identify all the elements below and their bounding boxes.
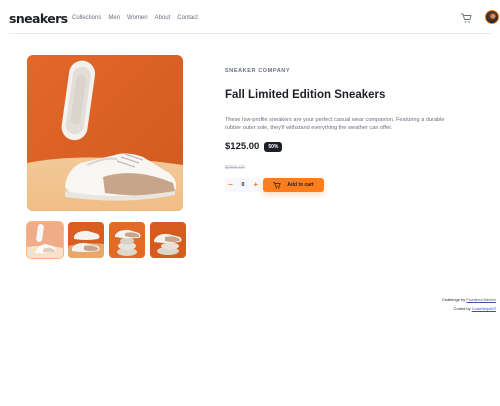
cart-icon [273, 181, 281, 189]
site-header: sneakers Collections Men Women About Con… [9, 6, 499, 34]
logo[interactable]: sneakers [9, 11, 68, 26]
attribution-line-2: Coded by CodeNinjaDS [442, 304, 496, 313]
nav-contact[interactable]: Contact [177, 15, 198, 21]
thumbnail-2[interactable] [68, 222, 104, 258]
nav-women[interactable]: Women [127, 15, 148, 21]
thumbnail-strip [26, 221, 186, 259]
product-main-image[interactable] [27, 55, 183, 211]
nav-about[interactable]: About [155, 15, 171, 21]
add-to-cart-button[interactable]: Add to cart [263, 178, 324, 192]
nav-collections[interactable]: Collections [72, 15, 101, 21]
cart-icon[interactable] [461, 13, 472, 24]
company-name: SNEAKER COMPANY [225, 68, 291, 74]
attribution: Challenge by Frontend Mentor Coded by Co… [442, 295, 496, 313]
product-description: These low-profile sneakers are your perf… [225, 117, 445, 131]
thumbnail-1[interactable] [26, 221, 64, 259]
user-avatar[interactable] [485, 10, 499, 24]
thumbnail-4[interactable] [150, 222, 186, 258]
thumbnail-3[interactable] [109, 222, 145, 258]
attribution-challenge-text: Challenge by [441, 297, 467, 302]
discount-badge: 50% [264, 141, 283, 152]
quantity-stepper: − 0 + [225, 178, 261, 192]
attribution-coded-text: Coded by [453, 306, 472, 311]
attribution-line-1: Challenge by Frontend Mentor [442, 295, 496, 304]
original-price: $250.00 [225, 165, 245, 171]
nav-men[interactable]: Men [108, 15, 120, 21]
quantity-value: 0 [241, 182, 245, 188]
main-nav: Collections Men Women About Contact [72, 15, 198, 21]
price-row: $125.00 50% [225, 141, 283, 152]
frontend-mentor-link[interactable]: Frontend Mentor [466, 297, 496, 302]
current-price: $125.00 [225, 141, 260, 152]
decrease-quantity-button[interactable]: − [228, 181, 233, 189]
increase-quantity-button[interactable]: + [253, 181, 258, 189]
author-link[interactable]: CodeNinjaDS [472, 306, 496, 311]
add-to-cart-label: Add to cart [287, 182, 314, 188]
product-title: Fall Limited Edition Sneakers [225, 89, 386, 101]
